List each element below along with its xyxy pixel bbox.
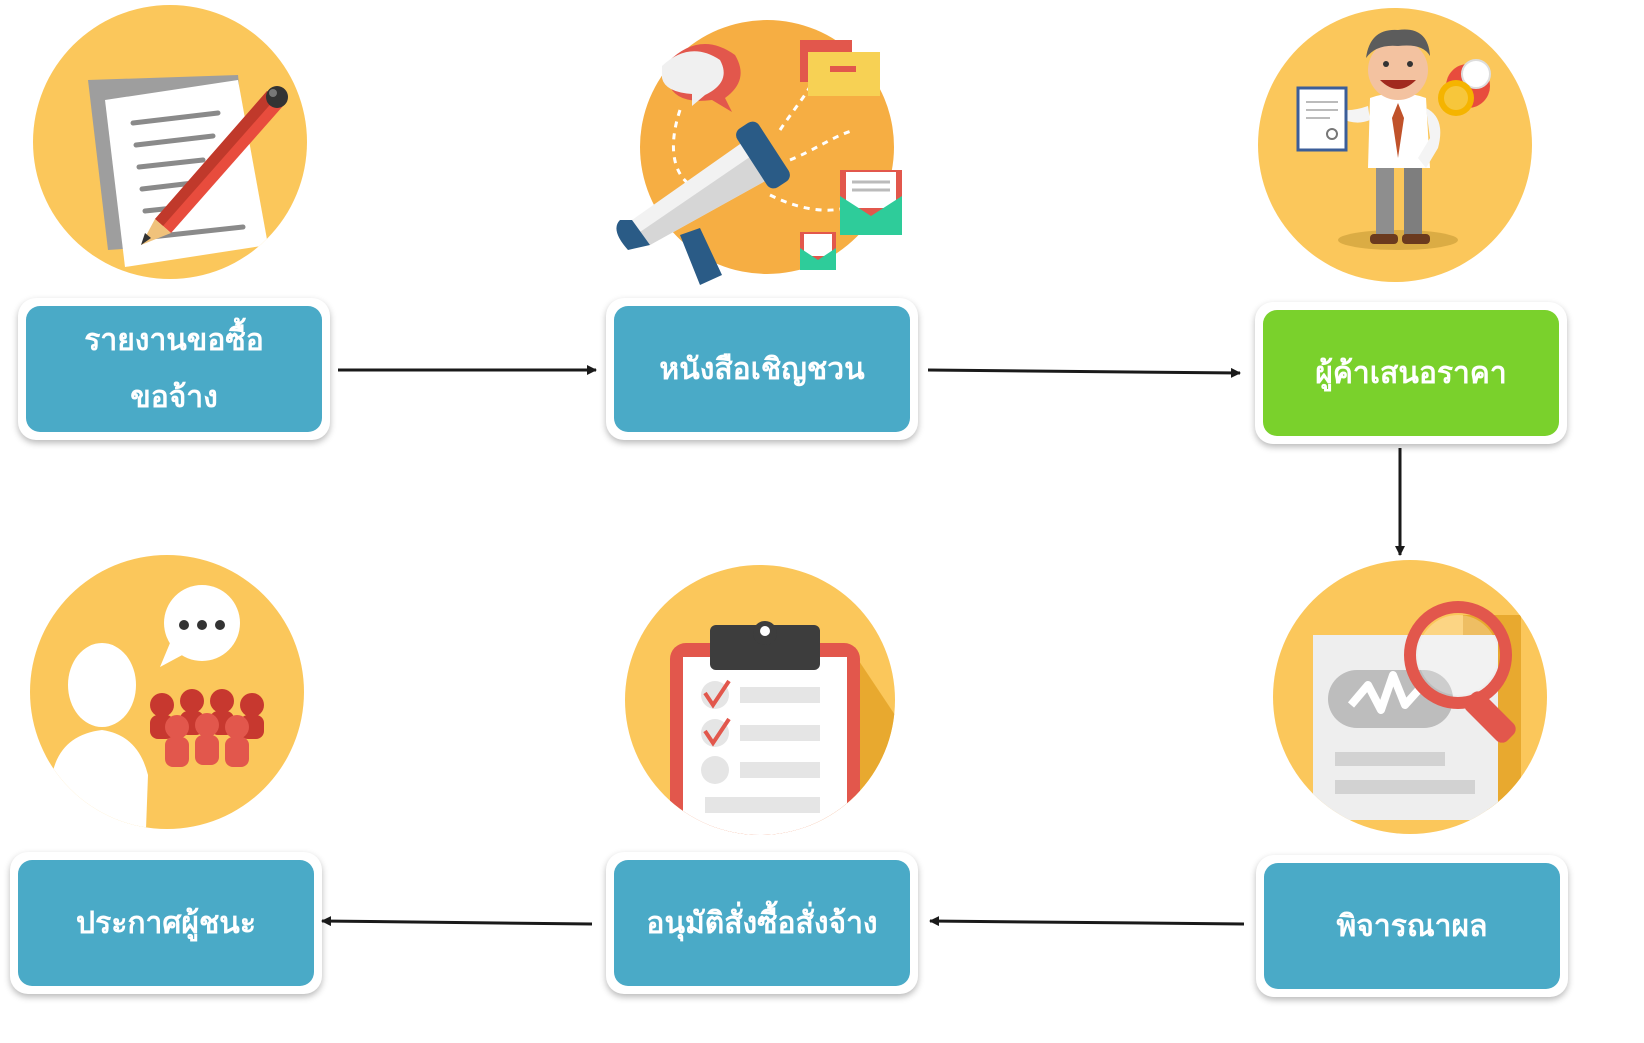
- step-request-report[interactable]: รายงานขอซื้อ ขอจ้าง: [18, 298, 330, 440]
- step-box: ผู้ค้าเสนอราคา: [1263, 310, 1559, 436]
- step-label: อนุมัติสั่งซื้อสั่งจ้าง: [646, 905, 878, 941]
- businessman-icon: [1258, 8, 1532, 282]
- step-label: หนังสือเชิญชวน: [659, 351, 865, 387]
- step-box: หนังสือเชิญชวน: [614, 306, 910, 432]
- arrow-4-to-5: [929, 916, 1245, 927]
- megaphone-icon: [616, 20, 902, 285]
- step-label: ประกาศผู้ชนะ: [76, 905, 256, 941]
- step-evaluation[interactable]: พิจารณาผล: [1256, 855, 1568, 997]
- magnifier-document-icon: [1273, 560, 1547, 834]
- step-vendor-quote[interactable]: ผู้ค้าเสนอราคา: [1255, 302, 1567, 444]
- step-label: ผู้ค้าเสนอราคา: [1315, 355, 1507, 391]
- step-label: พิจารณาผล: [1336, 908, 1488, 944]
- step-box: รายงานขอซื้อ ขอจ้าง: [26, 306, 322, 432]
- step-box: ประกาศผู้ชนะ: [18, 860, 314, 986]
- procurement-flow-diagram: รายงานขอซื้อ ขอจ้าง หนังสือเชิญชวน ผู้ค้…: [0, 0, 1644, 1043]
- step-box: อนุมัติสั่งซื้อสั่งจ้าง: [614, 860, 910, 986]
- announcement-people-icon: [30, 555, 304, 829]
- step-approve-order[interactable]: อนุมัติสั่งซื้อสั่งจ้าง: [606, 852, 918, 994]
- step-box: พิจารณาผล: [1264, 863, 1560, 989]
- arrow-5-to-6: [321, 916, 593, 927]
- arrow-2-to-3: [927, 367, 1241, 378]
- step-invitation-letter[interactable]: หนังสือเชิญชวน: [606, 298, 918, 440]
- step-label-line1: รายงานขอซื้อ: [84, 323, 264, 358]
- clipboard-checklist-icon: [625, 565, 895, 835]
- document-pencil-icon: [33, 5, 307, 279]
- step-label-line2: ขอจ้าง: [130, 380, 218, 415]
- step-announce-winner[interactable]: ประกาศผู้ชนะ: [10, 852, 322, 994]
